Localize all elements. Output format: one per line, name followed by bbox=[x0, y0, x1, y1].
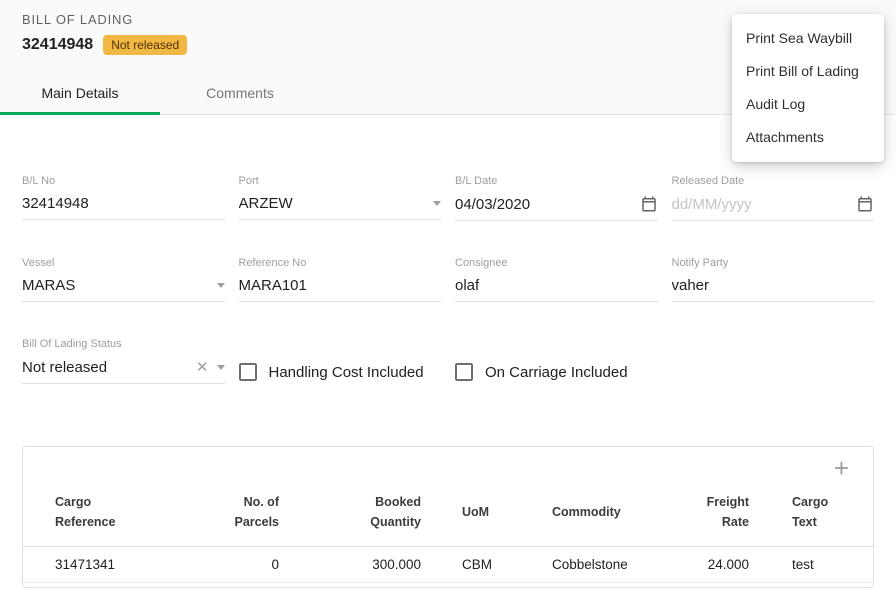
tab-comments[interactable]: Comments bbox=[160, 71, 320, 114]
status-badge: Not released bbox=[103, 35, 187, 55]
reference-no-input[interactable] bbox=[239, 277, 442, 294]
notify-party-label: Notify Party bbox=[672, 257, 875, 269]
cell-cargo-reference: 31471341 bbox=[23, 547, 199, 583]
field-notify-party: Notify Party bbox=[672, 257, 875, 302]
reference-no-label: Reference No bbox=[239, 257, 442, 269]
handling-cost-label: Handling Cost Included bbox=[269, 364, 424, 381]
field-reference-no: Reference No bbox=[239, 257, 442, 302]
col-cargo-text: CargoText bbox=[749, 486, 875, 547]
col-commodity: Commodity bbox=[552, 486, 663, 547]
field-consignee: Consignee bbox=[455, 257, 658, 302]
on-carriage-checkbox[interactable] bbox=[455, 363, 473, 381]
col-uom: UoM bbox=[421, 486, 552, 547]
spacer bbox=[672, 338, 875, 384]
add-cargo-icon[interactable]: + bbox=[834, 457, 849, 479]
consignee-label: Consignee bbox=[455, 257, 658, 269]
port-select[interactable]: ARZEW bbox=[239, 195, 442, 220]
bl-no-input[interactable] bbox=[22, 195, 225, 212]
tab-main-details[interactable]: Main Details bbox=[0, 71, 160, 114]
handling-cost-checkbox[interactable] bbox=[239, 363, 257, 381]
on-carriage-included-option: On Carriage Included bbox=[455, 360, 658, 384]
menu-item-print-bill-of-lading[interactable]: Print Bill of Lading bbox=[732, 55, 884, 88]
calendar-icon[interactable] bbox=[640, 195, 658, 213]
cell-no-of-parcels: 0 bbox=[199, 547, 279, 583]
bl-number: 32414948 bbox=[22, 36, 93, 54]
on-carriage-label: On Carriage Included bbox=[485, 364, 628, 381]
vessel-select[interactable]: MARAS bbox=[22, 277, 225, 302]
field-vessel: Vessel MARAS bbox=[22, 257, 225, 302]
col-booked-quantity: BookedQuantity bbox=[279, 486, 421, 547]
bl-status-select[interactable]: Not released ✕ bbox=[22, 358, 225, 384]
col-freight-rate: FreightRate bbox=[663, 486, 749, 547]
handling-cost-included-option: Handling Cost Included bbox=[239, 360, 442, 384]
bl-status-label: Bill Of Lading Status bbox=[22, 338, 225, 350]
menu-item-print-sea-waybill[interactable]: Print Sea Waybill bbox=[732, 22, 884, 55]
col-no-of-parcels: No. ofParcels bbox=[199, 486, 279, 547]
field-port: Port ARZEW bbox=[239, 175, 442, 221]
bl-date-label: B/L Date bbox=[455, 175, 658, 187]
chevron-down-icon bbox=[433, 201, 441, 206]
calendar-icon[interactable] bbox=[856, 195, 874, 213]
vessel-label: Vessel bbox=[22, 257, 225, 269]
released-date-input[interactable] bbox=[672, 196, 849, 213]
cell-uom: CBM bbox=[421, 547, 552, 583]
table-row[interactable]: 31471341 0 300.000 CBM Cobbelstone 24.00… bbox=[23, 547, 875, 583]
cargo-table-card: + CargoReference No. ofParcels BookedQua… bbox=[22, 446, 874, 588]
actions-menu: Print Sea Waybill Print Bill of Lading A… bbox=[732, 14, 884, 162]
released-date-label: Released Date bbox=[672, 175, 875, 187]
cell-commodity: Cobbelstone bbox=[552, 547, 663, 583]
field-released-date: Released Date bbox=[672, 175, 875, 221]
cell-freight-rate: 24.000 bbox=[663, 547, 749, 583]
cargo-table: CargoReference No. ofParcels BookedQuant… bbox=[23, 486, 875, 583]
field-bl-date: B/L Date bbox=[455, 175, 658, 221]
cargo-table-header: CargoReference No. ofParcels BookedQuant… bbox=[23, 486, 875, 547]
chevron-down-icon bbox=[217, 283, 225, 288]
field-bl-no: B/L No bbox=[22, 175, 225, 221]
menu-item-attachments[interactable]: Attachments bbox=[732, 121, 884, 154]
clear-icon[interactable]: ✕ bbox=[196, 358, 209, 376]
bl-date-input[interactable] bbox=[455, 196, 632, 213]
consignee-input[interactable] bbox=[455, 277, 658, 294]
notify-party-input[interactable] bbox=[672, 277, 875, 294]
port-value: ARZEW bbox=[239, 195, 426, 212]
bl-status-value: Not released bbox=[22, 359, 188, 376]
col-cargo-reference: CargoReference bbox=[23, 486, 199, 547]
chevron-down-icon bbox=[217, 365, 225, 370]
bl-no-label: B/L No bbox=[22, 175, 225, 187]
field-bl-status: Bill Of Lading Status Not released ✕ bbox=[22, 338, 225, 384]
cell-cargo-text: test bbox=[749, 547, 875, 583]
cell-booked-quantity: 300.000 bbox=[279, 547, 421, 583]
vessel-value: MARAS bbox=[22, 277, 209, 294]
port-label: Port bbox=[239, 175, 442, 187]
menu-item-audit-log[interactable]: Audit Log bbox=[732, 88, 884, 121]
